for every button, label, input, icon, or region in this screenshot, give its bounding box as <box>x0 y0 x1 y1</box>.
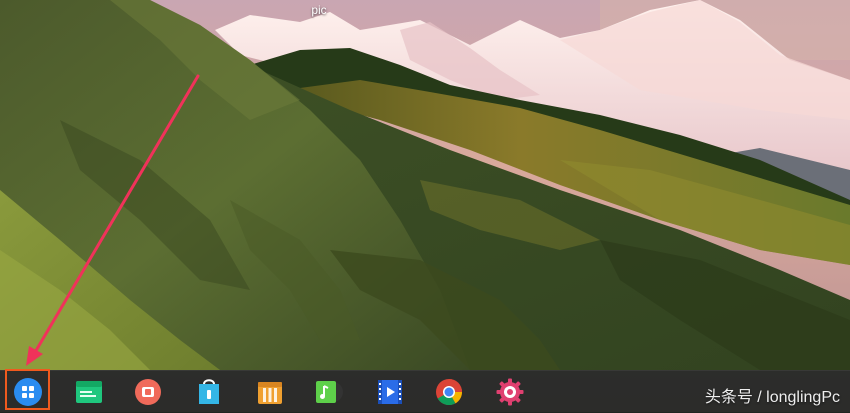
archive-manager-icon <box>258 382 282 404</box>
launcher-grid-icon <box>14 378 42 406</box>
desktop: pic <box>0 0 850 412</box>
chrome-button[interactable] <box>433 376 465 408</box>
chrome-icon <box>436 379 463 406</box>
taskbar-dock: 头条号 / longlingPc <box>0 370 850 413</box>
video-player-icon <box>378 380 402 404</box>
desktop-icon-label-pic[interactable]: pic <box>303 3 335 17</box>
music-player-icon <box>316 381 343 403</box>
app-store-button[interactable] <box>193 376 225 408</box>
screen-recorder-icon <box>135 379 161 405</box>
settings-gear-icon <box>496 378 524 406</box>
launcher-button[interactable] <box>12 376 44 408</box>
archive-manager-button[interactable] <box>254 376 286 408</box>
file-manager-icon <box>76 381 102 403</box>
video-player-button[interactable] <box>374 376 406 408</box>
watermark-text: 头条号 / longlingPc <box>704 389 840 406</box>
settings-button[interactable] <box>494 376 526 408</box>
wallpaper-mountain-landscape <box>0 0 850 412</box>
music-player-button[interactable] <box>313 376 345 408</box>
app-store-icon <box>199 379 219 404</box>
file-manager-button[interactable] <box>73 376 105 408</box>
screen-recorder-button[interactable] <box>132 376 164 408</box>
